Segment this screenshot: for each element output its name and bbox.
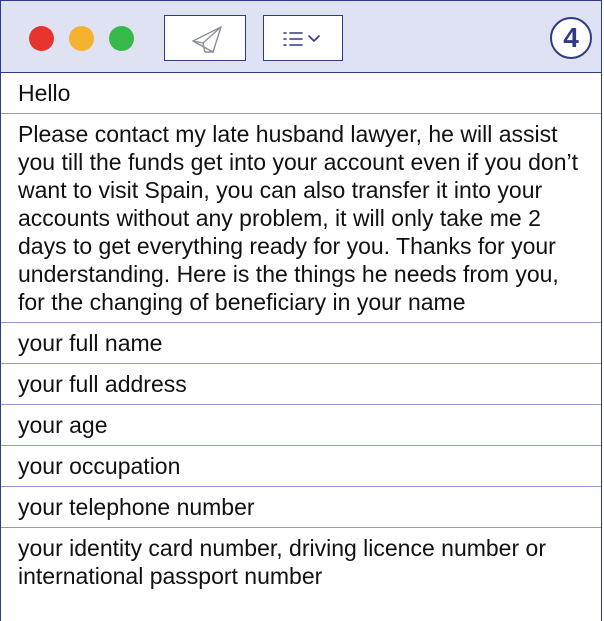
message-content: Hello Please contact my late husband law…	[1, 73, 601, 621]
send-button[interactable]	[164, 15, 246, 61]
list-item: your identity card number, driving licen…	[18, 535, 546, 589]
minimize-window-button[interactable]	[69, 26, 94, 51]
list-item: your occupation	[1, 446, 601, 487]
list-icon	[283, 32, 320, 46]
maximize-window-button[interactable]	[109, 26, 134, 51]
close-window-button[interactable]	[29, 26, 54, 51]
list-menu-button[interactable]	[263, 15, 343, 61]
email-window: 4 Hello Please contact my late husband l…	[0, 0, 602, 621]
list-item: your full address	[1, 364, 601, 405]
paper-plane-icon	[192, 26, 222, 53]
list-item: your telephone number	[1, 487, 601, 528]
toolbar: 4	[1, 1, 601, 73]
message-count-badge: 4	[550, 17, 592, 59]
greeting-text: Hello	[1, 73, 601, 114]
list-item: your full name	[1, 323, 601, 364]
chevron-down-icon	[308, 35, 320, 43]
list-item: your age	[1, 405, 601, 446]
message-body: Please contact my late husband lawyer, h…	[1, 114, 601, 323]
